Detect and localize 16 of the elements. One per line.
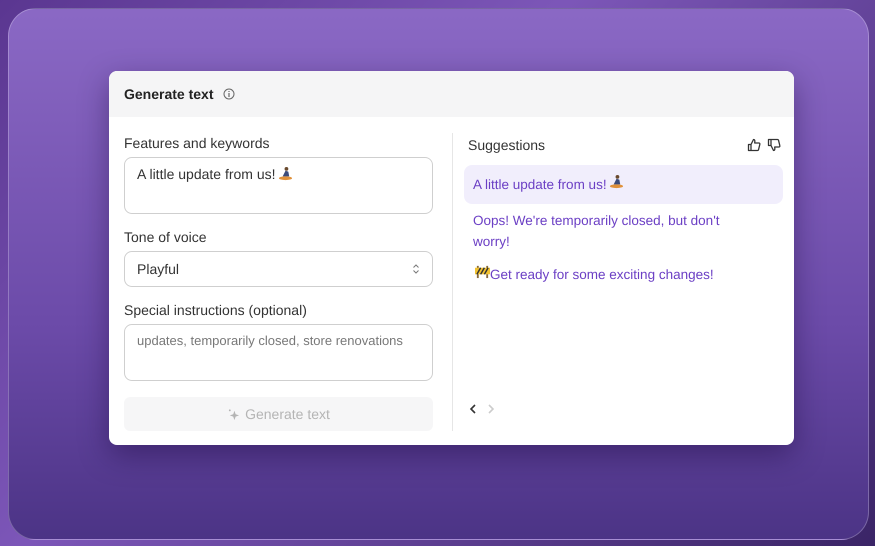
suggestion-item[interactable]: Get ready for some exciting changes!: [464, 258, 783, 291]
keywords-field[interactable]: A little update from us!: [124, 157, 433, 214]
thumbs-down-icon[interactable]: [767, 138, 781, 152]
suggestion-item[interactable]: Oops! We're temporarily closed, but don't worry!: [464, 204, 783, 258]
sparkle-icon: [227, 408, 240, 420]
suggestion-item[interactable]: A little update from us!: [464, 165, 783, 204]
dialog-title: Generate text: [124, 86, 214, 102]
suggestions-title: Suggestions: [468, 137, 546, 153]
instructions-field[interactable]: updates, temporarily closed, store renovations: [124, 324, 433, 381]
field-label: Tone of voice: [124, 229, 208, 245]
field-label: Features and keywords: [124, 135, 271, 151]
tone-select[interactable]: Playful: [124, 251, 433, 287]
field-label: Special instructions (optional): [124, 302, 308, 318]
updown-chevron-icon: [412, 263, 420, 275]
info-icon[interactable]: [223, 88, 236, 100]
thumbs-up-icon[interactable]: [747, 138, 761, 152]
